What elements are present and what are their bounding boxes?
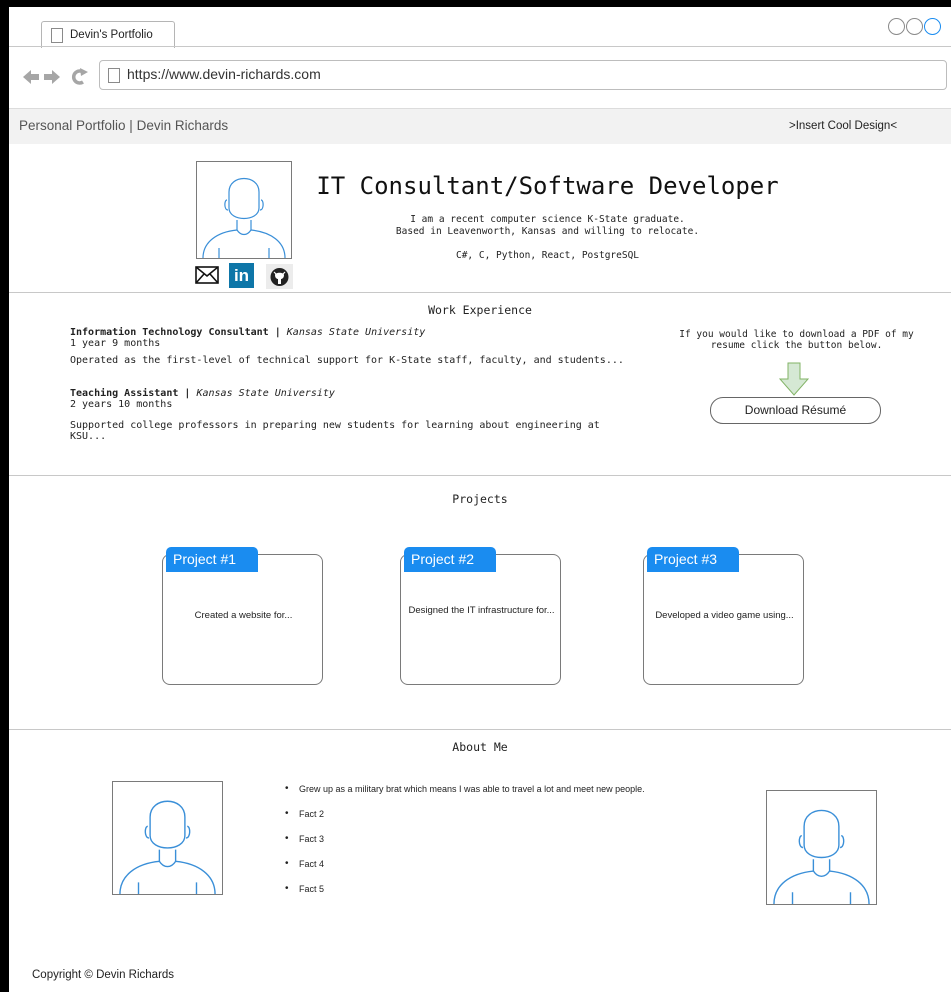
- job-title: Information Technology Consultant: [70, 327, 269, 338]
- section-heading-about: About Me: [452, 740, 508, 754]
- job-separator: |: [274, 327, 281, 338]
- github-button[interactable]: [266, 264, 293, 289]
- job-desc: Operated as the first-level of technical…: [70, 355, 624, 366]
- url-text[interactable]: https://www.devin-richards.com: [127, 66, 321, 82]
- profile-avatar: [196, 161, 292, 259]
- page-icon: [108, 68, 120, 83]
- resume-text: If you would like to download a PDF of m…: [679, 329, 914, 351]
- page-title: IT Consultant/Software Developer: [316, 172, 779, 200]
- site-navbar: Personal Portfolio | Devin Richards >Ins…: [9, 108, 951, 144]
- project-tab[interactable]: Project #1: [166, 547, 258, 572]
- tab-divider: [9, 46, 951, 47]
- project-tab[interactable]: Project #2: [404, 547, 496, 572]
- project-card[interactable]: Project #3 Developed a video game using.…: [643, 547, 804, 685]
- project-tab[interactable]: Project #3: [647, 547, 739, 572]
- intro-text: I am a recent computer science K-State g…: [305, 214, 790, 238]
- browser-window: Devin's Portfolio https://www.devin-rich…: [9, 7, 951, 992]
- forward-arrow-icon[interactable]: [44, 70, 60, 84]
- job-item: Information Technology Consultant | Kans…: [70, 327, 630, 366]
- footer-copyright: Copyright © Devin Richards: [32, 969, 175, 981]
- list-item: Fact 4: [285, 858, 745, 883]
- back-arrow-icon[interactable]: [23, 70, 39, 84]
- job-separator: |: [184, 388, 191, 399]
- job-title-line: Teaching Assistant | Kansas State Univer…: [70, 388, 630, 399]
- job-org: Kansas State University: [196, 388, 335, 399]
- project-desc: Developed a video game using...: [655, 610, 794, 621]
- browser-tab[interactable]: Devin's Portfolio: [41, 21, 175, 48]
- project-card[interactable]: Project #1 Created a website for...: [162, 547, 323, 685]
- job-item: Teaching Assistant | Kansas State Univer…: [70, 388, 630, 442]
- skills-text: C#, C, Python, React, PostgreSQL: [455, 250, 640, 261]
- person-icon: [202, 178, 286, 259]
- job-org: Kansas State University: [286, 327, 426, 338]
- project-card[interactable]: Project #2 Designed the IT infrastructur…: [400, 547, 561, 685]
- section-divider: [9, 292, 951, 293]
- section-heading-projects: Projects: [452, 492, 508, 506]
- intro-line: Based in Leavenworth, Kansas and willing…: [395, 226, 700, 237]
- browser-nav-icons: [23, 68, 88, 85]
- window-control-icon[interactable]: [924, 18, 941, 35]
- address-bar[interactable]: https://www.devin-richards.com: [99, 60, 947, 90]
- window-control-icon[interactable]: [906, 18, 923, 35]
- section-divider: [9, 729, 951, 730]
- nav-right-text[interactable]: >Insert Cool Design<: [789, 120, 897, 132]
- list-item: Fact 3: [285, 833, 745, 858]
- person-icon: [773, 809, 870, 905]
- github-icon: [270, 268, 289, 286]
- site-brand[interactable]: Personal Portfolio | Devin Richards: [19, 118, 228, 133]
- about-avatar-left: [112, 781, 223, 895]
- about-avatar-right: [766, 790, 877, 905]
- down-arrow-icon: [779, 362, 809, 396]
- facts-list: Grew up as a military brat which means I…: [285, 783, 745, 908]
- mail-icon[interactable]: [195, 266, 219, 284]
- project-desc: Created a website for...: [194, 610, 293, 621]
- list-item: Fact 2: [285, 808, 745, 833]
- person-icon: [119, 800, 216, 895]
- job-duration: 2 years 10 months: [70, 399, 173, 410]
- list-item: Grew up as a military brat which means I…: [285, 783, 745, 808]
- download-resume-button[interactable]: Download Résumé: [710, 397, 881, 424]
- project-desc: Designed the IT infrastructure for...: [408, 605, 555, 616]
- section-divider: [9, 475, 951, 476]
- list-item: Fact 5: [285, 883, 745, 908]
- page-icon: [51, 28, 63, 43]
- job-title: Teaching Assistant: [70, 388, 179, 399]
- section-heading-work: Work Experience: [428, 303, 532, 317]
- job-desc: Supported college professors in preparin…: [70, 420, 600, 442]
- intro-line: I am a recent computer science K-State g…: [410, 214, 685, 225]
- linkedin-icon[interactable]: in: [229, 263, 254, 288]
- refresh-icon[interactable]: [72, 68, 88, 85]
- job-duration: 1 year 9 months: [70, 338, 161, 349]
- job-title-line: Information Technology Consultant | Kans…: [70, 327, 630, 338]
- window-control-icon[interactable]: [888, 18, 905, 35]
- tab-title: Devin's Portfolio: [70, 29, 153, 41]
